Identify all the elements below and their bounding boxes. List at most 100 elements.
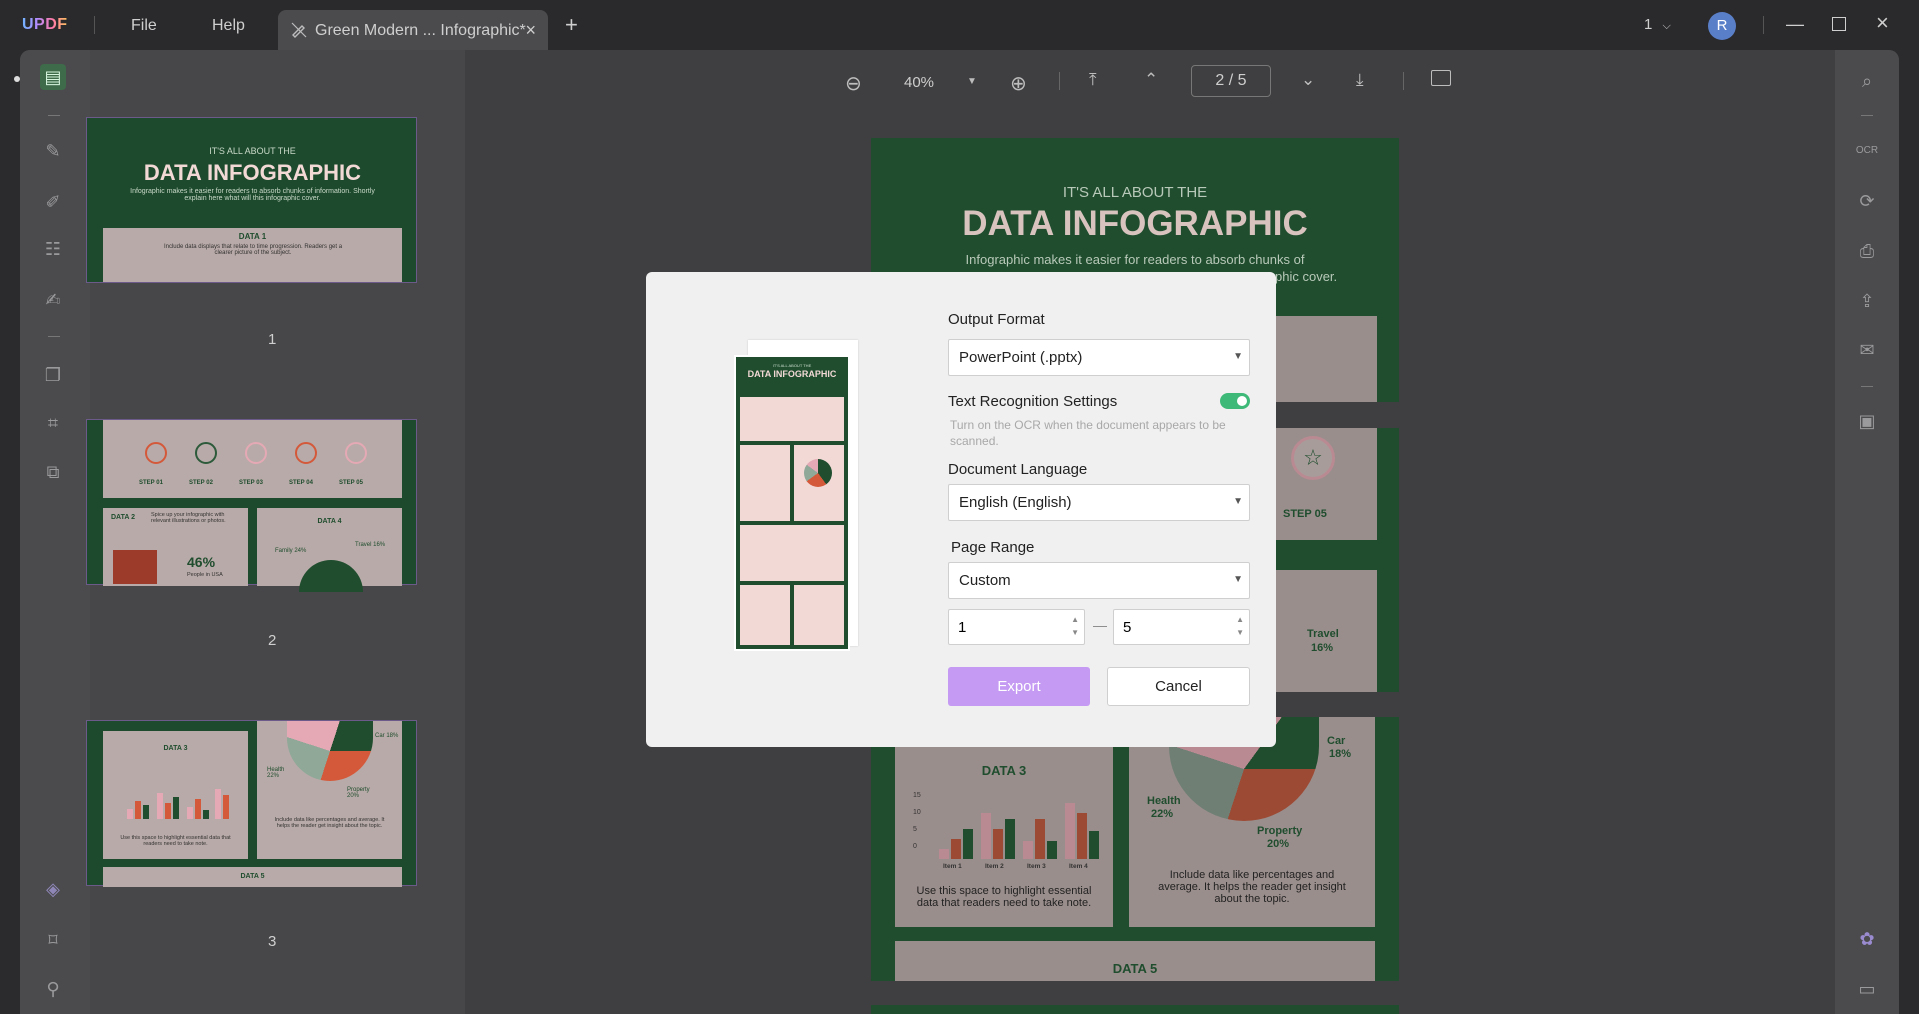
thumb2-step3: STEP 03 (239, 480, 263, 486)
stepper-arrows-icon[interactable]: ▲ ▼ (1071, 613, 1079, 639)
page-car: Car (1327, 735, 1346, 747)
divider (1861, 386, 1873, 387)
export-button[interactable]: Export (948, 667, 1090, 706)
minimize-icon[interactable]: — (1786, 14, 1804, 35)
cancel-button[interactable]: Cancel (1107, 667, 1250, 706)
ocr-hint: Turn on the OCR when the document appear… (950, 418, 1226, 448)
preview-title: DATA INFOGRAPHIC (747, 369, 837, 379)
chevron-down-icon: ⌵ (1662, 20, 1671, 32)
menu-file[interactable]: File (131, 17, 157, 35)
previous-page-icon[interactable]: ⌃ (1144, 70, 1158, 90)
thumb3-pie-desc: Include data like percentages and averag… (274, 817, 385, 829)
zoom-out-icon[interactable]: ⊖ (845, 71, 862, 96)
thumb2-step-icons (139, 438, 391, 468)
close-tab-icon[interactable]: × (525, 20, 536, 41)
thumbnail-page-1[interactable]: IT'S ALL ABOUT THE DATA INFOGRAPHIC Info… (86, 117, 417, 283)
bookmark-icon[interactable]: ⌑ (40, 927, 66, 953)
page-separator: / (1228, 72, 1234, 89)
thumb2-step1: STEP 01 (139, 480, 163, 486)
fill-sign-icon[interactable]: ✍ (40, 287, 66, 313)
comment-list-icon[interactable]: ▭ (1854, 976, 1880, 1002)
add-tab-icon[interactable]: + (565, 12, 578, 38)
preview-kicker: IT'S ALL ABOUT THE (772, 363, 812, 368)
close-window-icon[interactable]: × (1876, 10, 1889, 36)
thumb3-property: Property 20% (347, 787, 370, 799)
thumb1-title: DATA INFOGRAPHIC (143, 160, 362, 185)
thumb1-desc: Infographic makes it easier for readers … (130, 188, 375, 202)
stepper-arrows-icon[interactable]: ▲ ▼ (1236, 613, 1244, 639)
page-indicator[interactable]: 2 / 5 (1191, 65, 1271, 97)
zoom-in-icon[interactable]: ⊕ (1010, 71, 1027, 96)
document-language-select[interactable]: English (English) ▼ (948, 484, 1250, 521)
preview-block (740, 445, 790, 521)
page-tools-icon[interactable]: ⧉ (40, 459, 66, 485)
convert-icon[interactable]: ⟳ (1854, 188, 1880, 214)
thumbnail-page-3[interactable]: DATA 3 Use this space to highlight essen… (86, 720, 417, 887)
search-icon[interactable]: ⌕ (1854, 68, 1880, 94)
page-kicker: IT'S ALL ABOUT THE (1062, 184, 1208, 201)
zoom-level[interactable]: 40% (904, 74, 934, 91)
form-icon[interactable]: ☷ (40, 236, 66, 262)
ocr-settings-label: Text Recognition Settings (948, 393, 1118, 410)
range-from-input[interactable]: 1 ▲ ▼ (948, 609, 1085, 645)
thumb2-step4: STEP 04 (289, 480, 313, 486)
divider (48, 336, 60, 337)
protect-icon[interactable]: ⎙ (1854, 238, 1880, 264)
avatar[interactable]: R (1708, 12, 1736, 40)
thumb2-data4-box: DATA 4 Family 24% Travel 16% (257, 508, 402, 592)
document-tab[interactable]: Green Modern ... Infographic* × (278, 10, 548, 50)
comment-highlighter-icon[interactable]: ✎ (40, 138, 66, 164)
window-count[interactable]: 1 ⌵ (1644, 16, 1671, 33)
thumb1-kicker: IT'S ALL ABOUT THE (209, 146, 296, 156)
travel-box: Travel 16% (1271, 570, 1377, 692)
next-page-icon[interactable]: ⌄ (1301, 70, 1315, 90)
menu-help[interactable]: Help (212, 17, 245, 35)
ocr-toggle[interactable] (1220, 393, 1250, 409)
thumb1-data1: DATA 1 (238, 232, 267, 241)
preview-block (794, 585, 844, 645)
layers-icon[interactable]: ◈ (40, 876, 66, 902)
ocr-icon[interactable]: OCR (1854, 138, 1880, 164)
share-icon[interactable]: ⇪ (1854, 288, 1880, 314)
page-total: 5 (1237, 72, 1247, 89)
restore-icon[interactable] (1832, 17, 1846, 31)
last-page-icon[interactable]: ⤓ (1356, 70, 1364, 90)
email-icon[interactable]: ✉ (1854, 337, 1880, 363)
zoom-dropdown-icon[interactable]: ▼ (967, 76, 977, 87)
thumb2-data2-desc: Spice up your infographic with relevant … (151, 512, 226, 524)
reader-icon[interactable]: ▤ (40, 64, 66, 90)
data3-box: DATA 3 15 10 5 0 Item 1 Item 2 Item 3 It… (895, 717, 1113, 927)
toggle-knob (1237, 396, 1247, 406)
divider (1861, 115, 1873, 116)
thumb1-data1-box: DATA 1 Include data displays that relate… (103, 228, 402, 282)
thumb3-data3-desc: Use this space to highlight essential da… (120, 835, 231, 847)
range-to-input[interactable]: 5 ▲ ▼ (1113, 609, 1250, 645)
logo-text: UPDF (22, 16, 68, 33)
thumbnail-page-2[interactable]: STEP 01 STEP 02 STEP 03 STEP 04 STEP 05 … (86, 419, 417, 592)
step-box: ☆ STEP 05 (1271, 428, 1377, 540)
page-desc-line2: phic cover. (1275, 269, 1338, 284)
page-pie-desc: Include data like percentages and averag… (1158, 869, 1346, 905)
export-dialog: IT'S ALL ABOUT THE DATA INFOGRAPHIC Outp… (646, 272, 1276, 747)
y-tick: 5 (913, 826, 917, 833)
first-page-icon[interactable]: ⤒ (1089, 70, 1097, 90)
page-range-select[interactable]: Custom ▼ (948, 562, 1250, 599)
dropdown-arrow-icon: ▼ (1233, 574, 1243, 585)
organize-pages-icon[interactable]: ❐ (40, 362, 66, 388)
thumb3-data5-box: DATA 5 (103, 867, 402, 887)
divider (94, 16, 95, 34)
presentation-icon[interactable] (1431, 70, 1451, 86)
x-tick: Item 4 (1069, 863, 1088, 870)
ai-assistant-icon[interactable]: ✿ (1854, 926, 1880, 952)
page-step05: STEP 05 (1283, 508, 1327, 520)
y-axis-ticks: 15 10 5 0 (913, 787, 921, 855)
divider (1763, 16, 1764, 34)
edit-pdf-icon[interactable]: ✐ (40, 189, 66, 215)
page-travel: Travel (1307, 628, 1339, 640)
thumb2-stat: 46% (187, 554, 216, 570)
save-icon[interactable]: ▣ (1854, 408, 1880, 434)
house-illustration (113, 550, 157, 584)
output-format-select[interactable]: PowerPoint (.pptx) ▼ (948, 339, 1250, 376)
crop-icon[interactable]: ⌗ (40, 410, 66, 436)
attachment-icon[interactable]: ⚲ (40, 976, 66, 1002)
